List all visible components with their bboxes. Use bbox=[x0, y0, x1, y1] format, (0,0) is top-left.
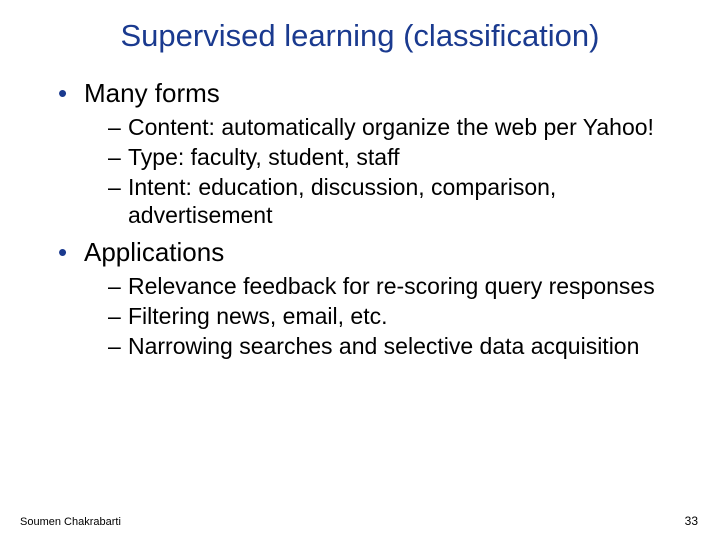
subbullet-type: Type: faculty, student, staff bbox=[108, 143, 680, 171]
footer-author: Soumen Chakrabarti bbox=[20, 516, 121, 528]
page-number: 33 bbox=[685, 514, 698, 528]
subbullet-narrowing: Narrowing searches and selective data ac… bbox=[108, 332, 680, 360]
subbullet-filtering: Filtering news, email, etc. bbox=[108, 302, 680, 330]
slide: Supervised learning (classification) Man… bbox=[0, 0, 720, 540]
bullet-applications: Applications bbox=[58, 237, 680, 268]
bullet-many-forms: Many forms bbox=[58, 78, 680, 109]
subbullet-intent: Intent: education, discussion, compariso… bbox=[108, 173, 680, 229]
subbullet-content: Content: automatically organize the web … bbox=[108, 113, 680, 141]
subbullet-relevance: Relevance feedback for re-scoring query … bbox=[108, 272, 680, 300]
slide-title: Supervised learning (classification) bbox=[0, 18, 720, 54]
slide-body: Many forms Content: automatically organi… bbox=[58, 70, 680, 362]
